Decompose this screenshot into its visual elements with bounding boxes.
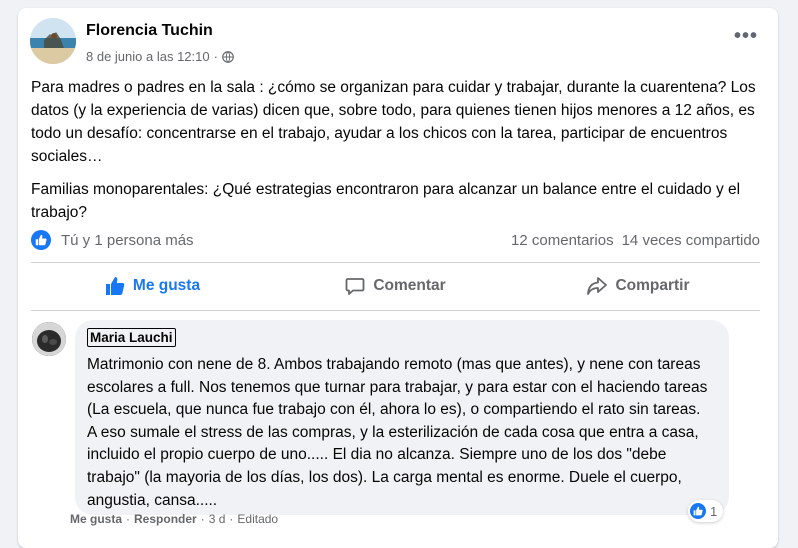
comment-icon <box>345 278 365 295</box>
post-author-name[interactable]: Florencia Tuchin <box>86 22 213 40</box>
author-avatar[interactable] <box>30 18 76 64</box>
thumbs-up-icon <box>35 234 47 246</box>
comment-bubble: Maria Lauchi Matrimonio con nene de 8. A… <box>75 320 729 515</box>
more-options-icon[interactable]: ••• <box>734 26 758 46</box>
divider <box>31 310 760 311</box>
comment-reaction-badge[interactable]: 1 <box>688 500 724 522</box>
post-meta: 8 de junio a las 12:10 · <box>86 49 234 64</box>
post-actions: Me gusta Comentar Compartir <box>31 266 760 306</box>
like-button-label: Me gusta <box>132 277 201 294</box>
comment-edited[interactable]: Editado <box>237 512 278 526</box>
thumbs-up-icon <box>105 277 125 295</box>
comment-like-link[interactable]: Me gusta <box>70 512 122 526</box>
commenter-name[interactable]: Maria Lauchi <box>87 328 176 347</box>
footer-dot: · <box>200 512 205 526</box>
avatar-image <box>32 322 66 356</box>
share-count[interactable]: 14 veces compartido <box>622 232 760 249</box>
like-reaction-icon <box>690 503 706 519</box>
post-card: Florencia Tuchin 8 de junio a las 12:10 … <box>18 8 778 548</box>
comment-time[interactable]: 3 d <box>209 512 226 526</box>
comment-reaction-count: 1 <box>710 503 718 519</box>
comment-button-label: Comentar <box>373 277 446 294</box>
avatar-image <box>30 18 76 64</box>
divider <box>31 262 760 263</box>
comment-footer: Me gusta · Responder · 3 d · Editado <box>70 512 278 526</box>
thumbs-up-icon <box>693 506 703 516</box>
commenter-avatar[interactable] <box>32 322 66 356</box>
comment-text: Matrimonio con nene de 8. Ambos trabajan… <box>87 356 708 509</box>
post-paragraph: Para madres o padres en la sala : ¿cómo … <box>31 79 756 165</box>
globe-icon <box>222 50 234 63</box>
footer-dot: · <box>229 512 234 526</box>
comment-reply-link[interactable]: Responder <box>134 512 197 526</box>
share-button[interactable]: Compartir <box>517 266 760 306</box>
post-date[interactable]: 8 de junio a las 12:10 <box>86 49 210 64</box>
meta-separator: · <box>213 49 218 64</box>
post-paragraph: Familias monoparentales: ¿Qué estrategia… <box>31 181 741 221</box>
like-reaction-icon[interactable] <box>31 230 51 250</box>
comment-count[interactable]: 12 comentarios <box>511 232 614 249</box>
like-button[interactable]: Me gusta <box>31 266 274 306</box>
reactions-bar: Tú y 1 persona más 12 comentarios 14 vec… <box>31 228 760 252</box>
post-body: Para madres o padres en la sala : ¿cómo … <box>31 76 767 234</box>
reaction-summary[interactable]: Tú y 1 persona más <box>61 232 194 249</box>
comment-button[interactable]: Comentar <box>274 266 517 306</box>
share-icon <box>587 277 608 295</box>
share-button-label: Compartir <box>615 277 690 294</box>
footer-dot: · <box>126 512 131 526</box>
